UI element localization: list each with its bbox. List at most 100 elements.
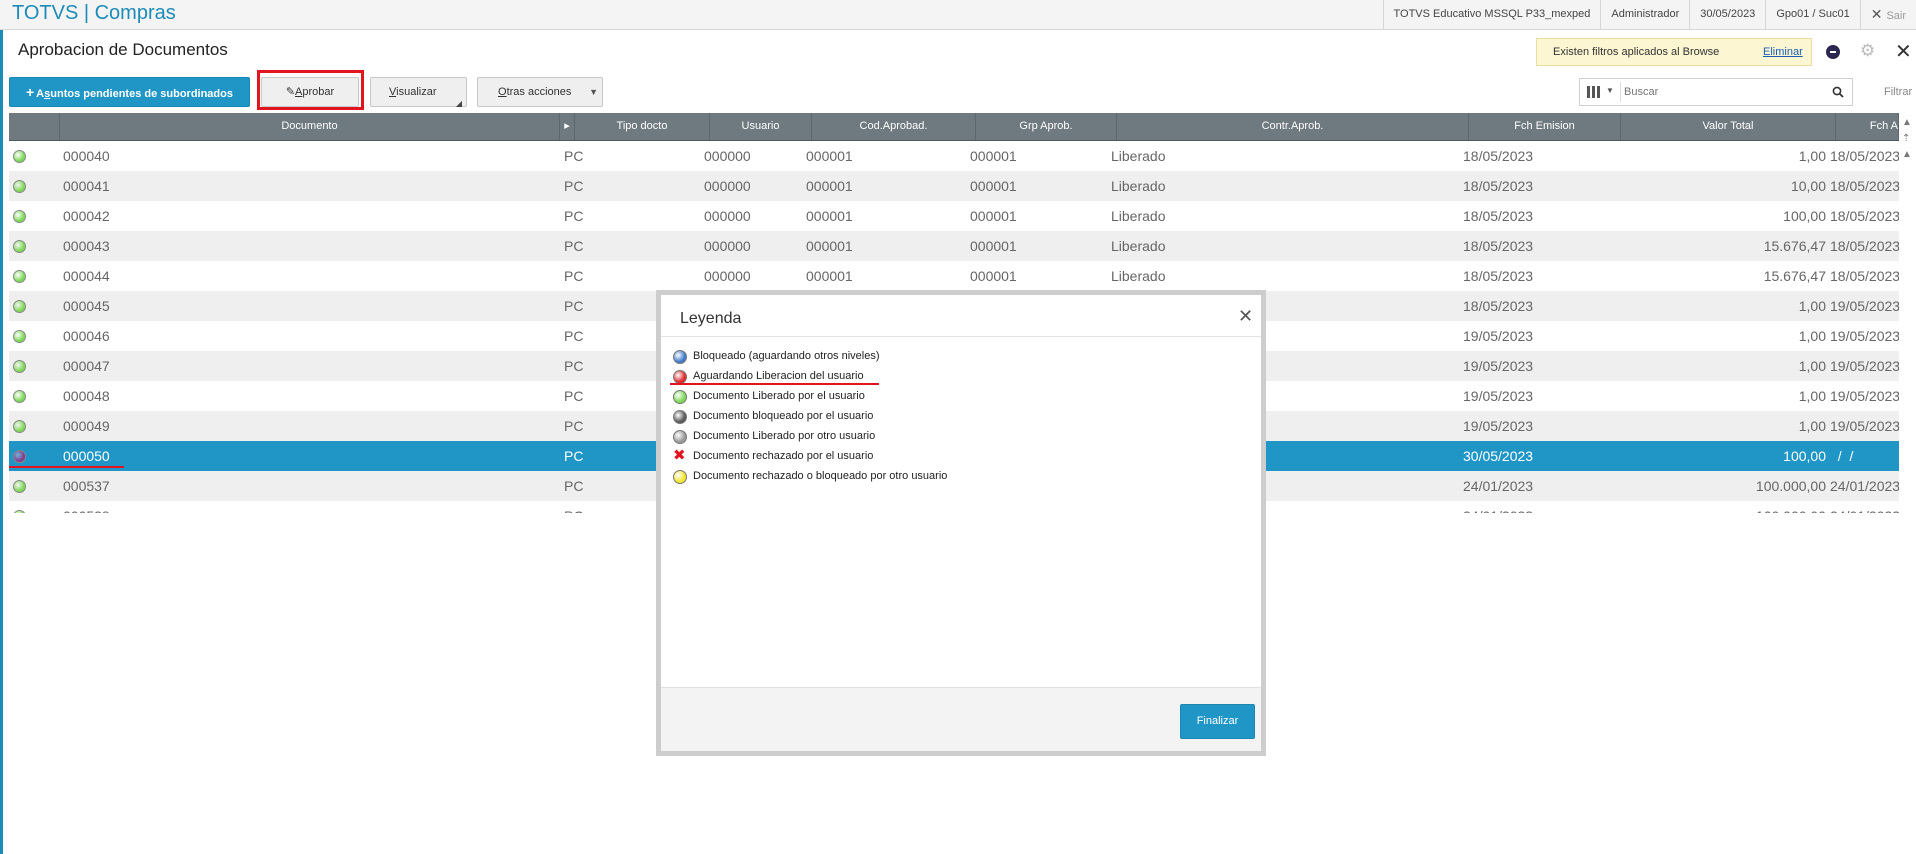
legend-dialog: Leyenda ✕ Bloqueado (aguardando otros ni… xyxy=(656,290,1266,756)
cell-valor-total: 10,00 xyxy=(1790,178,1826,194)
status-green-icon[interactable] xyxy=(13,330,26,343)
cell-documento: 000049 xyxy=(63,418,110,434)
cell-grp-aprob: 000001 xyxy=(970,238,1017,254)
table-row[interactable]: 000041 PC 000000 000001 000001 Liberado 18/05/… xyxy=(9,171,1899,201)
subordinates-label-a: A xyxy=(36,88,45,100)
scroll-up-icon[interactable]: ⇡ xyxy=(1902,133,1910,144)
approve-label-rest: probar xyxy=(302,86,335,98)
cell-valor-total: 1,00 xyxy=(1798,298,1826,314)
cell-fch-a: 18/05/2023 xyxy=(1830,178,1899,194)
status-green-icon[interactable] xyxy=(13,480,26,493)
cell-valor-total: 1,00 xyxy=(1798,358,1826,374)
dialog-title: Leyenda xyxy=(680,310,742,327)
table-row[interactable]: 000040 PC 000000 000001 000001 Liberado 18/05/… xyxy=(9,141,1899,171)
filter-button[interactable]: Filtrar xyxy=(1884,86,1912,98)
legend-item: Bloqueado (aguardando otros niveles) xyxy=(673,347,1233,367)
user-label: Administrador xyxy=(1600,0,1689,29)
scroll-top-icon[interactable]: ▲ xyxy=(1902,117,1912,128)
filter-notice: Existen filtros aplicados al Browse Elim… xyxy=(1536,38,1812,66)
legend-item-label: Documento Liberado por otro usuario xyxy=(693,430,876,442)
table-row[interactable]: 000043 PC 000000 000001 000001 Liberado 18/05/… xyxy=(9,231,1899,261)
status-green-icon[interactable] xyxy=(13,420,26,433)
col-header-cod-aprobad[interactable]: Cod.Aprobad. xyxy=(812,113,976,140)
grid-header: Documento ▸ Tipo docto Usuario Cod.Aprob… xyxy=(9,113,1899,141)
table-row[interactable]: 000044 PC 000000 000001 000001 Liberado 18/05/… xyxy=(9,261,1899,291)
search-input[interactable] xyxy=(1624,83,1824,101)
cell-documento: 000047 xyxy=(63,358,110,374)
gear-icon[interactable]: ⚙ xyxy=(1860,41,1875,61)
col-header-expand[interactable]: ▸ xyxy=(560,113,575,140)
cell-documento: 000050 xyxy=(63,448,110,464)
exit-label: Sair xyxy=(1886,10,1906,22)
status-green-icon[interactable] xyxy=(13,240,26,253)
status-green-icon[interactable] xyxy=(13,510,26,513)
cell-valor-total: 15.676,47 xyxy=(1763,268,1826,284)
col-header-valor-total[interactable]: Valor Total xyxy=(1621,113,1836,140)
dark-circle-icon xyxy=(673,410,687,424)
status-green-icon[interactable] xyxy=(13,300,26,313)
view-button[interactable]: Visualizar ◢ xyxy=(370,77,467,108)
cell-fch-a: 18/05/2023 xyxy=(1830,208,1899,224)
topbar-info: TOTVS Educativo MSSQL P33_mexped Adminis… xyxy=(1382,0,1916,29)
col-header-grp-aprob[interactable]: Grp Aprob. xyxy=(976,113,1117,140)
cell-documento: 000041 xyxy=(63,178,110,194)
cell-fch-emision: 18/05/2023 xyxy=(1463,298,1534,314)
vertical-scrollbar[interactable]: ▲ ⇡ ▲ xyxy=(1899,113,1916,173)
cell-fch-emision: 18/05/2023 xyxy=(1463,238,1534,254)
legend-highlight-underline xyxy=(670,383,879,385)
col-header-status xyxy=(9,113,60,140)
gray-circle-icon xyxy=(673,430,687,444)
remove-filter-link[interactable]: Eliminar xyxy=(1763,46,1803,58)
col-header-contr-aprob[interactable]: Contr.Aprob. xyxy=(1117,113,1469,140)
status-red-icon[interactable] xyxy=(13,450,26,463)
table-row[interactable]: 000042 PC 000000 000001 000001 Liberado 18/05/… xyxy=(9,201,1899,231)
chat-icon[interactable] xyxy=(1826,45,1840,59)
subordinates-label-rest: untos pendientes de subordinados xyxy=(50,88,233,100)
cell-fch-emision: 18/05/2023 xyxy=(1463,208,1534,224)
scroll-down-icon[interactable]: ▲ xyxy=(1902,149,1912,160)
other-actions-button[interactable]: Otras acciones ▼ xyxy=(477,77,603,107)
cell-usuario: 000000 xyxy=(704,238,751,254)
close-icon[interactable]: ✕ xyxy=(1238,306,1253,327)
status-green-icon[interactable] xyxy=(13,180,26,193)
chevron-down-icon[interactable]: ▼ xyxy=(1606,86,1614,95)
status-green-icon[interactable] xyxy=(13,390,26,403)
status-green-icon[interactable] xyxy=(13,270,26,283)
status-green-icon[interactable] xyxy=(13,150,26,163)
cell-documento: 000043 xyxy=(63,238,110,254)
view-label: Visualizar xyxy=(389,78,437,106)
window-border xyxy=(0,0,3,854)
col-header-fch-a[interactable]: Fch A xyxy=(1836,113,1899,140)
legend-item-label: Documento rechazado por el usuario xyxy=(693,450,874,462)
cell-fch-emision: 18/05/2023 xyxy=(1463,268,1534,284)
columns-icon[interactable] xyxy=(1587,86,1601,98)
status-green-icon[interactable] xyxy=(13,360,26,373)
environment-label: TOTVS Educativo MSSQL P33_mexped xyxy=(1382,0,1601,29)
cell-valor-total: 1,00 xyxy=(1798,328,1826,344)
other-actions-label: Otras acciones xyxy=(498,78,571,106)
top-bar: TOTVS | Compras TOTVS Educativo MSSQL P3… xyxy=(0,0,1916,30)
cell-fch-emision: 24/01/2023 xyxy=(1463,478,1534,494)
finish-button[interactable]: Finalizar xyxy=(1180,704,1255,739)
col-header-usuario[interactable]: Usuario xyxy=(710,113,812,140)
col-header-fch-emision[interactable]: Fch Emision xyxy=(1469,113,1621,140)
cell-contr-aprob: Liberado xyxy=(1111,178,1166,194)
cell-valor-total: 100,00 xyxy=(1783,448,1826,464)
exit-button[interactable]: ✕ Sair xyxy=(1859,0,1916,29)
status-green-icon[interactable] xyxy=(13,210,26,223)
approve-button[interactable]: ✎Aprobar xyxy=(261,77,359,107)
company-label[interactable]: Gpo01 / Suc01 xyxy=(1765,0,1859,29)
search-icon[interactable] xyxy=(1832,86,1844,98)
col-header-documento[interactable]: Documento xyxy=(60,113,560,140)
pending-subordinates-button[interactable]: + Asuntos pendientes de subordinados xyxy=(9,77,250,107)
close-page-icon[interactable]: ✕ xyxy=(1895,39,1912,64)
legend-item: Documento Liberado por otro usuario xyxy=(673,427,1233,447)
search-box: ▼ xyxy=(1579,78,1853,106)
cell-documento: 000048 xyxy=(63,388,110,404)
cell-valor-total: 100.000,00 xyxy=(1619,501,1826,513)
divider xyxy=(1620,82,1621,102)
dialog-header: Leyenda ✕ xyxy=(661,295,1261,337)
cell-valor-total: 100,00 xyxy=(1783,208,1826,224)
col-header-tipo[interactable]: Tipo docto xyxy=(575,113,710,140)
legend-item: Documento bloqueado por el usuario xyxy=(673,407,1233,427)
